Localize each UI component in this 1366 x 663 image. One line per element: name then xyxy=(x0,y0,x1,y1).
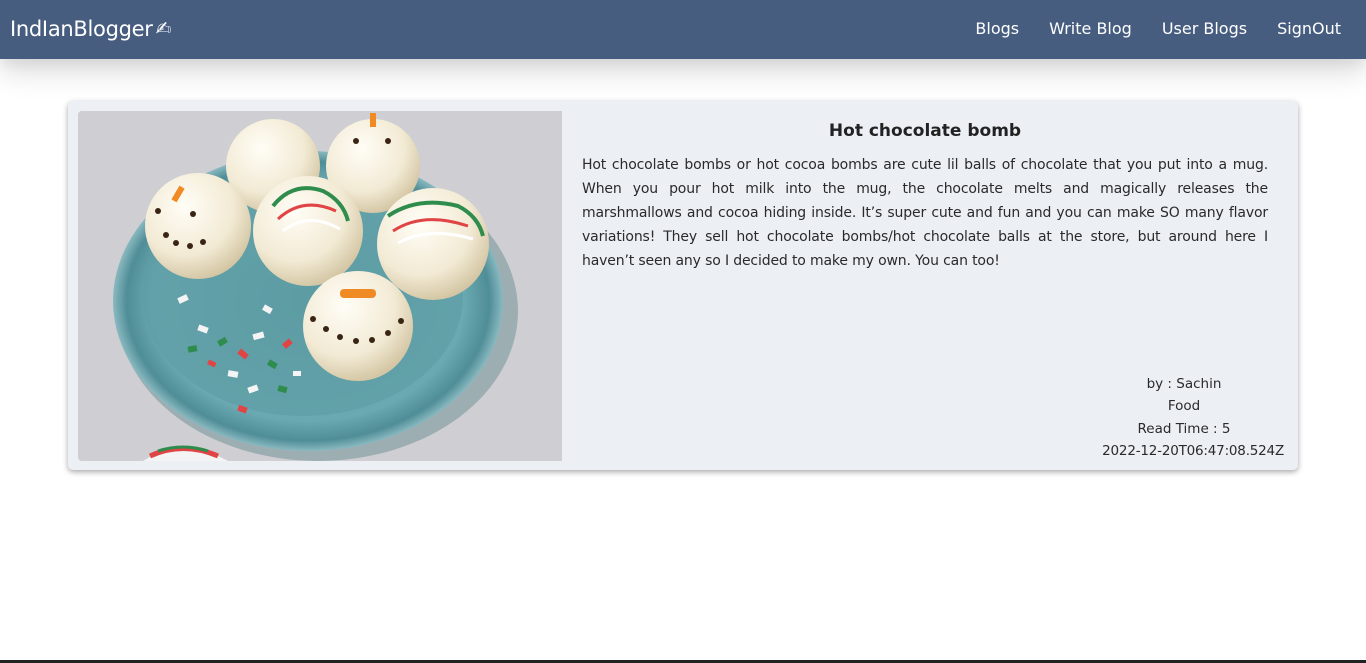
blog-title[interactable]: Hot chocolate bomb xyxy=(582,118,1268,144)
author-label: by : Sachin xyxy=(1146,376,1222,392)
blog-image[interactable] xyxy=(78,111,562,461)
writing-hand-icon: ✍ xyxy=(155,18,172,40)
timestamp-label: 2022-12-20T06:47:08.524Z xyxy=(1102,442,1284,459)
brand-logo[interactable]: IndIanBlogger ✍ xyxy=(10,14,172,44)
nav-links: Blogs Write Blog User Blogs SignOut xyxy=(945,18,1341,40)
blog-body: Hot chocolate bombs or hot cocoa bombs a… xyxy=(582,157,1268,269)
read-time-label: Read Time : 5 xyxy=(1137,420,1231,437)
blog-card[interactable]: Hot chocolate bomb Hot chocolate bombs o… xyxy=(68,101,1298,470)
nav-link-blogs[interactable]: Blogs xyxy=(975,18,1019,40)
category-label: Food xyxy=(1167,398,1201,415)
nav-link-signout[interactable]: SignOut xyxy=(1277,18,1341,40)
nav-link-user-blogs[interactable]: User Blogs xyxy=(1162,18,1247,40)
brand-name[interactable]: IndIanBlogger xyxy=(10,14,153,44)
blog-content: Hot chocolate bomb Hot chocolate bombs o… xyxy=(582,118,1268,273)
nav-link-write-blog[interactable]: Write Blog xyxy=(1049,18,1132,40)
blog-meta: by : Sachin Food Read Time : 5 2022-12-2… xyxy=(1084,373,1284,462)
hot-chocolate-bombs-photo xyxy=(78,111,562,461)
top-navbar: IndIanBlogger ✍ Blogs Write Blog User Bl… xyxy=(0,0,1366,59)
